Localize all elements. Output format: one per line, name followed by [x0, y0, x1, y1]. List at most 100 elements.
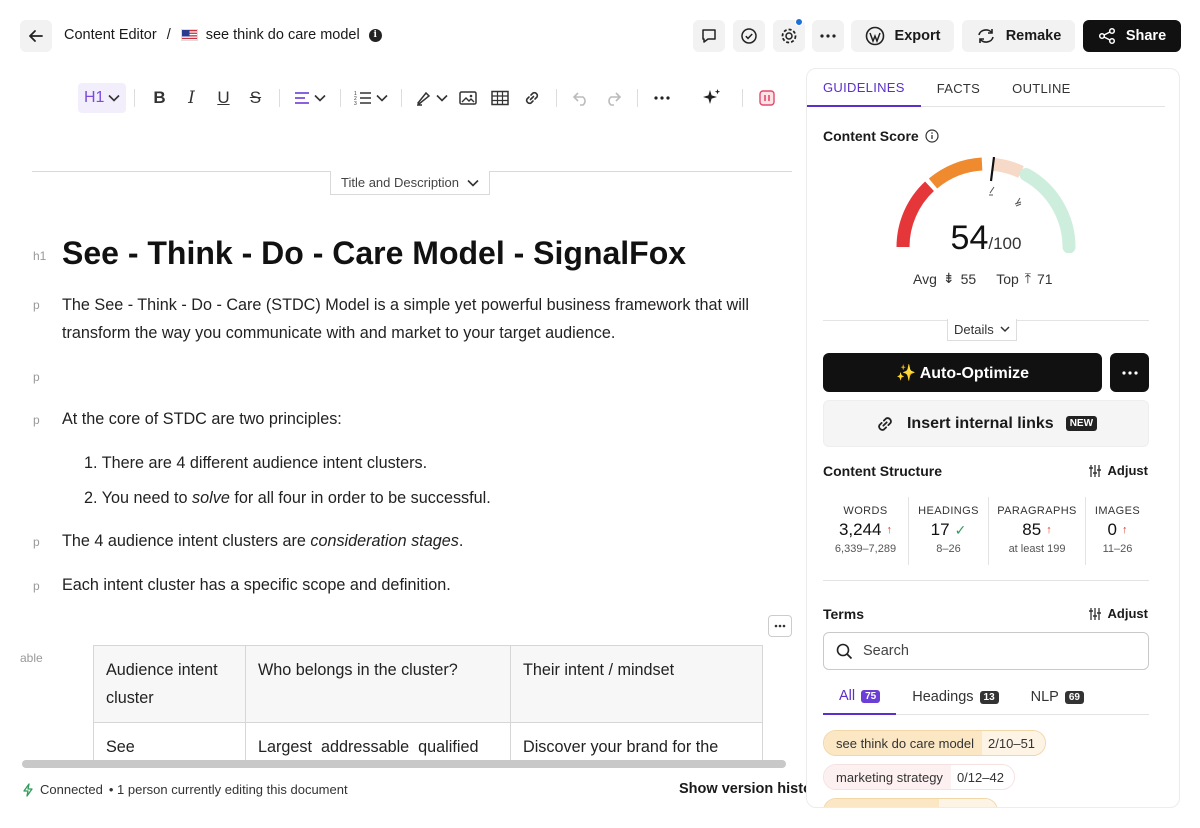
export-button[interactable]: Export [851, 20, 954, 52]
section-divider [823, 580, 1149, 581]
stat-paragraphs: PARAGRAPHS 85 ↑ at least 199 [988, 497, 1085, 565]
block-marker-p: p [33, 535, 40, 549]
version-history-link[interactable]: Show version history [679, 781, 826, 797]
sliders-icon [1088, 607, 1102, 621]
chevron-down-icon [467, 179, 479, 187]
more-icon [654, 96, 671, 100]
refresh-icon [976, 27, 996, 45]
info-icon[interactable]: i [368, 28, 382, 42]
tab-nlp-terms[interactable]: NLP 69 [1015, 679, 1100, 715]
italic-button[interactable]: I [175, 83, 207, 113]
chevron-down-icon [376, 94, 389, 102]
list-dropdown[interactable]: 123 [349, 83, 393, 113]
list-item: 2. You need to solve for all four in ord… [84, 489, 491, 507]
tab-all-terms[interactable]: All 75 [823, 679, 897, 715]
ordered-list[interactable]: 1. There are 4 different audience intent… [84, 451, 491, 521]
settings-button[interactable] [773, 18, 805, 52]
info-icon[interactable] [925, 129, 939, 143]
table-header-cell[interactable]: Their intent / mindset [510, 645, 763, 723]
table-options-button[interactable] [768, 615, 792, 637]
gear-icon [780, 27, 798, 45]
underline-icon: U [217, 88, 230, 107]
title-description-toggle[interactable]: Title and Description [330, 171, 491, 195]
more-formatting-button[interactable] [646, 83, 678, 113]
check-button[interactable] [733, 20, 765, 52]
structure-adjust-button[interactable]: Adjust [1088, 463, 1148, 478]
details-toggle[interactable]: Details [947, 319, 1017, 341]
term-chip-partial[interactable] [823, 798, 998, 807]
connection-status: Connected • 1 person currently editing t… [22, 782, 348, 797]
table-cell[interactable]: Discover your brand for the [510, 722, 763, 765]
remake-button[interactable]: Remake [962, 20, 1075, 52]
chevron-down-icon [108, 94, 121, 102]
editor-canvas[interactable]: Title and Description h1 See - Think - D… [0, 125, 800, 765]
guidelines-panel: GUIDELINES FACTS OUTLINE Content Score 5… [806, 68, 1180, 808]
strikethrough-button[interactable]: S [239, 83, 271, 113]
more-icon [820, 34, 836, 38]
heading-dropdown[interactable]: H1 [78, 83, 127, 113]
pause-icon [759, 90, 776, 106]
insert-link-button[interactable] [516, 83, 548, 113]
comments-button[interactable] [693, 20, 725, 52]
bold-button[interactable]: B [143, 83, 175, 113]
term-chip[interactable]: see think do care model 2/10–51 [823, 730, 1047, 756]
arrow-up-icon: ↑ [1121, 524, 1128, 536]
align-dropdown[interactable] [288, 83, 332, 113]
stat-words: WORDS 3,244 ↑ 6,339–7,289 [834, 505, 897, 555]
breadcrumb-root[interactable]: Content Editor [64, 27, 157, 43]
auto-optimize-button[interactable]: ✨ Auto-Optimize [823, 353, 1102, 392]
search-placeholder: Search [863, 643, 909, 659]
undo-icon [572, 90, 590, 106]
insert-internal-links-button[interactable]: Insert internal links NEW [823, 400, 1149, 447]
table-cell[interactable]: See [93, 722, 246, 765]
paragraph-clusters[interactable]: The 4 audience intent clusters are consi… [62, 527, 463, 555]
insert-table-button[interactable] [484, 83, 516, 113]
underline-button[interactable]: U [207, 83, 239, 113]
optimize-more-button[interactable] [1110, 353, 1149, 392]
tab-heading-terms[interactable]: Headings 13 [896, 679, 1014, 715]
paragraph-principles[interactable]: At the core of STDC are two principles: [62, 405, 342, 433]
table-header-cell[interactable]: Audience intent cluster [93, 645, 246, 723]
ai-sparkle-icon [702, 88, 722, 108]
heading-label: H1 [84, 89, 105, 106]
highlight-dropdown[interactable] [410, 83, 452, 113]
chevron-down-icon [314, 94, 327, 102]
terms-search-input[interactable]: Search [823, 632, 1149, 670]
paragraph-intro[interactable]: The See - Think - Do - Care (STDC) Model… [62, 291, 749, 347]
notification-dot [795, 18, 803, 26]
terms-adjust-button[interactable]: Adjust [1088, 606, 1148, 621]
pause-button[interactable] [751, 83, 783, 113]
redo-button[interactable] [597, 83, 629, 113]
redo-icon [604, 90, 622, 106]
title-description-label: Title and Description [341, 175, 460, 190]
share-button[interactable]: Share [1083, 20, 1181, 52]
paragraph-scope[interactable]: Each intent cluster has a specific scope… [62, 571, 451, 599]
intent-cluster-table[interactable]: Audience intent cluster Who belongs in t… [93, 645, 763, 765]
tab-guidelines[interactable]: GUIDELINES [807, 69, 921, 107]
block-marker-p: p [33, 298, 40, 312]
terms-tabs: All 75 Headings 13 NLP 69 [823, 679, 1149, 715]
bold-icon: B [153, 88, 166, 107]
back-arrow-icon [27, 27, 45, 45]
highlight-icon [414, 89, 432, 107]
connected-label: Connected [40, 782, 103, 797]
insert-image-button[interactable] [452, 83, 484, 113]
table-cell[interactable]: Largest addressable qualified [245, 722, 511, 765]
export-label: Export [894, 28, 941, 44]
tab-outline[interactable]: OUTLINE [996, 69, 1086, 107]
arrow-up-icon: ↑ [886, 524, 893, 536]
back-button[interactable] [20, 20, 52, 52]
horizontal-scrollbar[interactable] [22, 760, 786, 768]
editing-count-label: • 1 person currently editing this docume… [108, 782, 348, 797]
undo-button[interactable] [565, 83, 597, 113]
more-button[interactable] [812, 20, 844, 52]
ai-assist-button[interactable] [690, 83, 734, 113]
table-header-cell[interactable]: Who belongs in the cluster? [245, 645, 511, 723]
content-score-title: Content Score [823, 128, 939, 144]
document-h1[interactable]: See - Think - Do - Care Model - SignalFo… [62, 235, 686, 272]
tab-facts[interactable]: FACTS [921, 69, 996, 107]
term-chip[interactable]: marketing strategy 0/12–42 [823, 764, 1015, 790]
toolbar-divider [134, 89, 136, 107]
italic-icon: I [188, 88, 195, 108]
bolt-icon [22, 782, 34, 797]
